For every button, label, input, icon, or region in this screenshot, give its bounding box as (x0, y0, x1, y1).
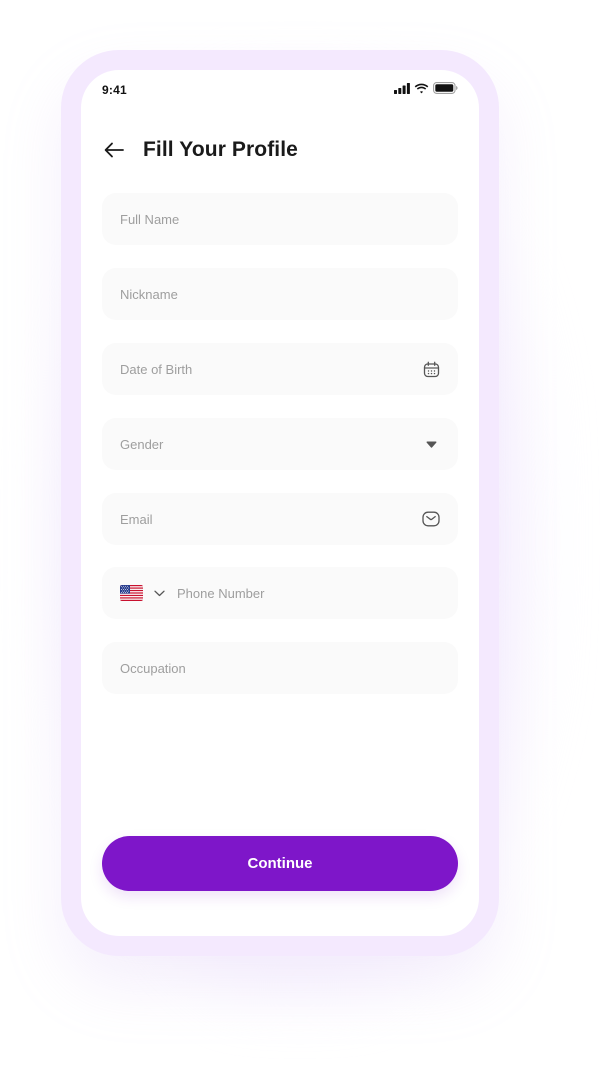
status-bar: 9:41 (81, 70, 479, 114)
full-name-input[interactable] (120, 211, 440, 227)
arrow-left-icon[interactable] (103, 139, 125, 161)
date-of-birth-input[interactable] (120, 361, 422, 377)
phone-number-input[interactable] (177, 585, 440, 601)
page-title: Fill Your Profile (143, 138, 298, 161)
caret-down-icon[interactable] (422, 435, 440, 453)
occupation-field[interactable] (102, 642, 458, 694)
chevron-down-icon[interactable] (153, 587, 165, 599)
email-field[interactable] (102, 493, 458, 545)
gender-input[interactable] (120, 436, 422, 452)
mail-icon (422, 510, 440, 528)
status-time: 9:41 (102, 83, 127, 97)
header: Fill Your Profile (103, 134, 298, 166)
gender-select[interactable] (102, 418, 458, 470)
wifi-icon (414, 81, 429, 99)
nickname-field[interactable] (102, 268, 458, 320)
phone-number-field[interactable] (102, 567, 458, 619)
phone-screen: 9:41 Fill Your Profile Full Name Nicknam… (81, 70, 479, 936)
nickname-input[interactable] (120, 286, 440, 302)
continue-button[interactable]: Continue (102, 836, 458, 891)
battery-icon (433, 81, 458, 99)
occupation-input[interactable] (120, 660, 440, 676)
status-icons (394, 81, 458, 99)
email-input[interactable] (120, 511, 422, 527)
calendar-icon[interactable] (422, 360, 440, 378)
signal-icon (394, 81, 410, 99)
date-of-birth-field[interactable] (102, 343, 458, 395)
us-flag-icon[interactable] (120, 585, 143, 601)
full-name-field[interactable] (102, 193, 458, 245)
stage: 9:41 Fill Your Profile Full Name Nicknam… (0, 0, 600, 1066)
